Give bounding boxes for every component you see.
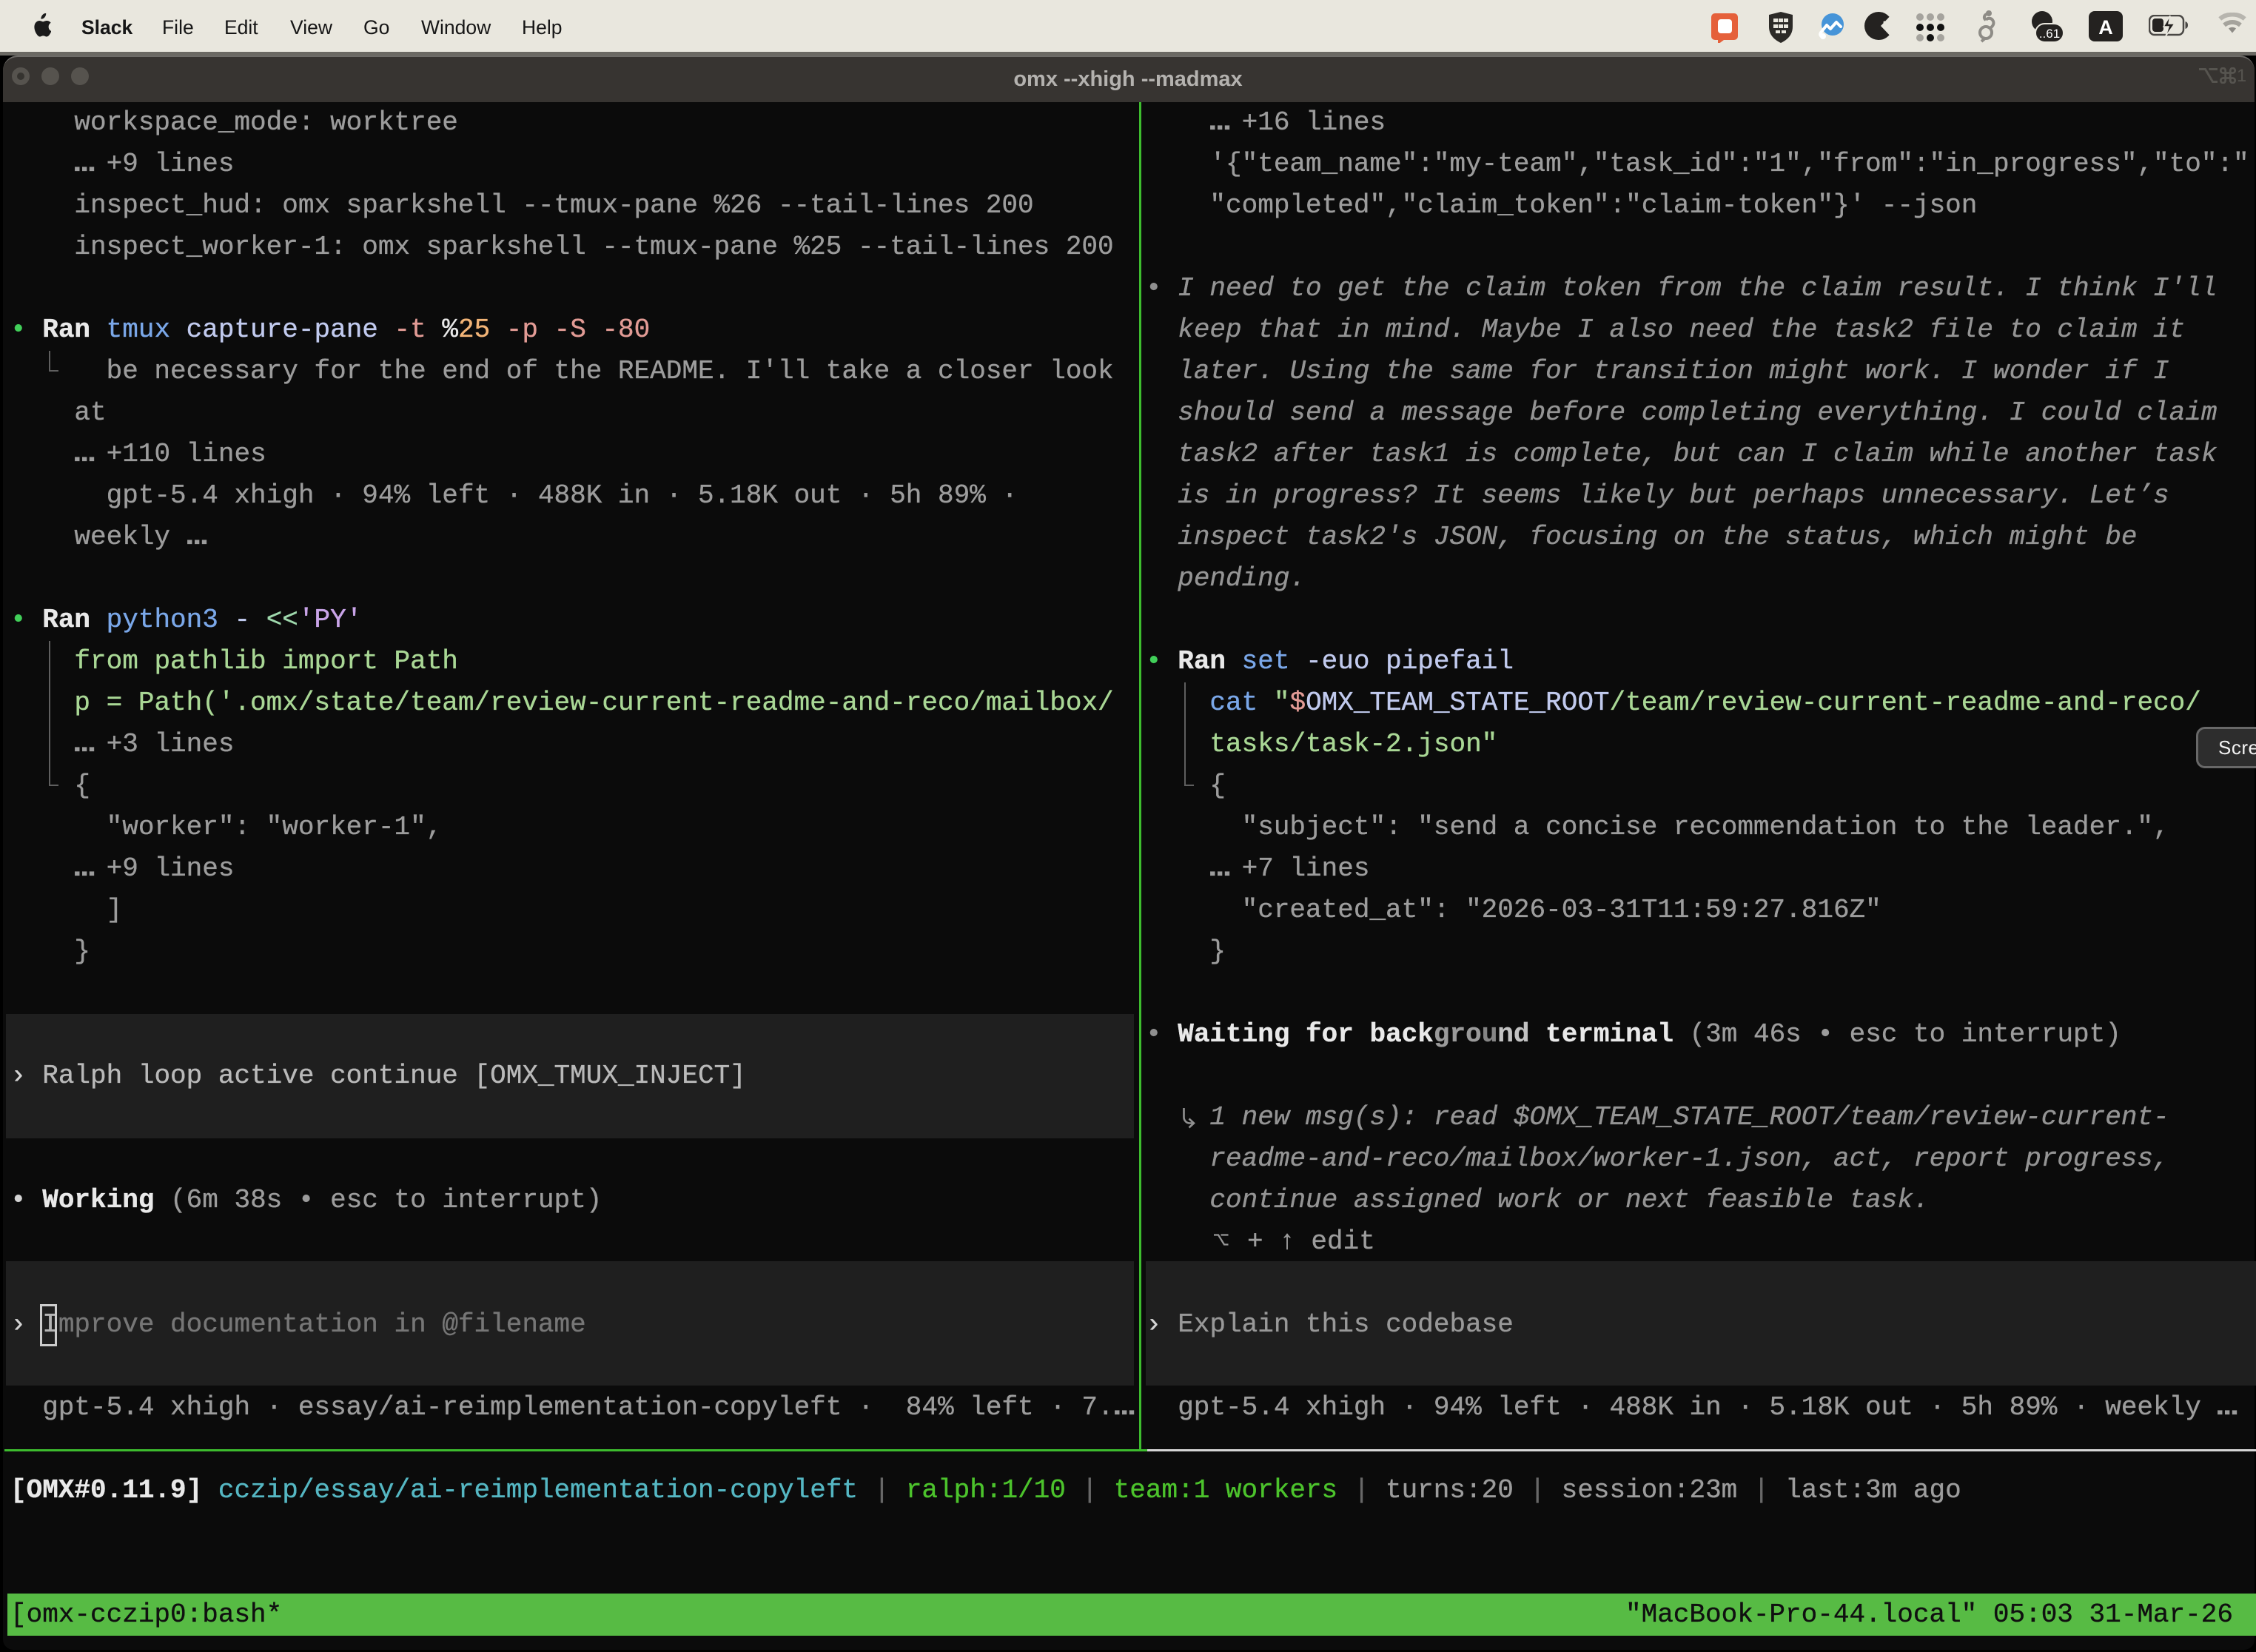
svg-text:..61: ..61: [2039, 27, 2060, 41]
svg-text:1: 1: [2237, 67, 2246, 84]
svg-text:A: A: [2098, 16, 2113, 38]
